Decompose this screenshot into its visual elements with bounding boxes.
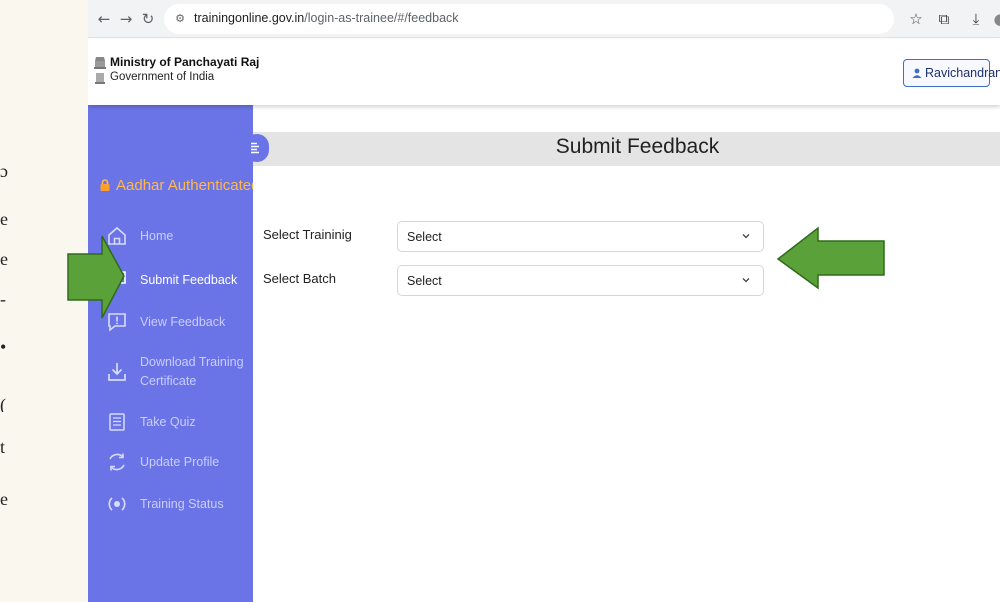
sidebar-item-download-certificate[interactable]: Download Training Certificate <box>88 349 253 395</box>
status-icon <box>108 497 126 511</box>
lock-icon <box>100 179 110 191</box>
refresh-icon <box>109 453 125 471</box>
app-header: Ministry of Panchayati Raj Government of… <box>88 39 1000 105</box>
sidebar-item-label: Take Quiz <box>140 415 196 429</box>
emblem-icon <box>94 57 106 84</box>
sidebar-item-label: View Feedback <box>140 315 226 329</box>
slide-edge-text: e <box>0 212 8 226</box>
slide-edge-text: e <box>0 252 8 266</box>
browser-window: ← → ↻ ⚙ trainingonline.gov.in/login-as-t… <box>88 0 1000 602</box>
download-icon <box>108 363 126 381</box>
training-select[interactable]: Select <box>397 221 764 252</box>
slide-edge-text: - <box>0 292 6 306</box>
batch-select-value: Select <box>407 274 442 288</box>
batch-label: Select Batch <box>263 271 336 286</box>
bookmark-star-icon[interactable]: ☆ <box>906 9 926 29</box>
url-text[interactable]: trainingonline.gov.in/login-as-trainee/#… <box>194 11 459 25</box>
annotation-arrow-right <box>67 235 125 319</box>
user-name: Ravichandran <box>925 66 1000 80</box>
chevron-down-icon <box>742 234 750 239</box>
annotation-arrow-left <box>776 226 885 290</box>
profile-icon[interactable]: ● <box>990 9 1000 29</box>
ministry-name: Ministry of Panchayati Raj <box>110 55 260 69</box>
sidebar-item-training-status[interactable]: Training Status <box>88 487 253 521</box>
training-label: Select Traininig <box>263 227 352 242</box>
download-toolbar-icon[interactable]: ⤓ <box>966 9 986 29</box>
url-host: trainingonline.gov.in <box>194 11 305 25</box>
url-path: /login-as-trainee/#/feedback <box>304 11 459 25</box>
chevron-down-icon <box>742 278 750 283</box>
training-select-value: Select <box>407 230 442 244</box>
sidebar-item-label-line2: Certificate <box>140 374 197 388</box>
user-icon <box>912 68 922 78</box>
aadhar-status: Aadhar Authenticated <box>100 177 259 194</box>
sidebar-item-label: Submit Feedback <box>140 273 238 287</box>
sidebar-item-label: Training Status <box>140 497 224 511</box>
browser-toolbar: ← → ↻ ⚙ trainingonline.gov.in/login-as-t… <box>88 0 1000 38</box>
main-content: Submit Feedback Select Traininig Select … <box>245 105 1000 602</box>
forward-icon[interactable]: → <box>116 9 136 29</box>
user-menu-button[interactable]: Ravichandran <box>903 59 1000 87</box>
slide-edge-text: ɔ <box>0 164 8 178</box>
sidebar: Aadhar Authenticated Home Submit Feedbac… <box>88 105 259 602</box>
address-bar[interactable]: ⚙ trainingonline.gov.in/login-as-trainee… <box>164 4 894 34</box>
batch-select[interactable]: Select <box>397 265 764 296</box>
back-icon[interactable]: ← <box>94 9 114 29</box>
slide-edge-text: ( <box>0 398 6 412</box>
quiz-icon <box>109 413 125 431</box>
slide-edge-text: t <box>0 440 6 454</box>
aadhar-status-label: Aadhar Authenticated <box>116 177 260 194</box>
reload-icon[interactable]: ↻ <box>138 9 158 29</box>
menu-icon <box>251 142 259 154</box>
sidebar-item-label: Home <box>140 229 174 243</box>
site-info-icon[interactable]: ⚙ <box>172 11 188 27</box>
title-bar: Submit Feedback <box>253 132 1000 166</box>
sidebar-toggle-button[interactable] <box>245 134 269 162</box>
extensions-icon[interactable]: ⧉ <box>934 9 954 29</box>
sidebar-item-label: Download Training <box>140 355 244 369</box>
sidebar-item-take-quiz[interactable]: Take Quiz <box>88 405 253 439</box>
slide-edge-text: • <box>0 340 7 354</box>
slide-edge-text: e <box>0 492 8 506</box>
sidebar-item-update-profile[interactable]: Update Profile <box>88 445 253 479</box>
sidebar-item-label: Update Profile <box>140 455 220 469</box>
government-name: Government of India <box>110 71 215 83</box>
page-title: Submit Feedback <box>555 135 720 158</box>
